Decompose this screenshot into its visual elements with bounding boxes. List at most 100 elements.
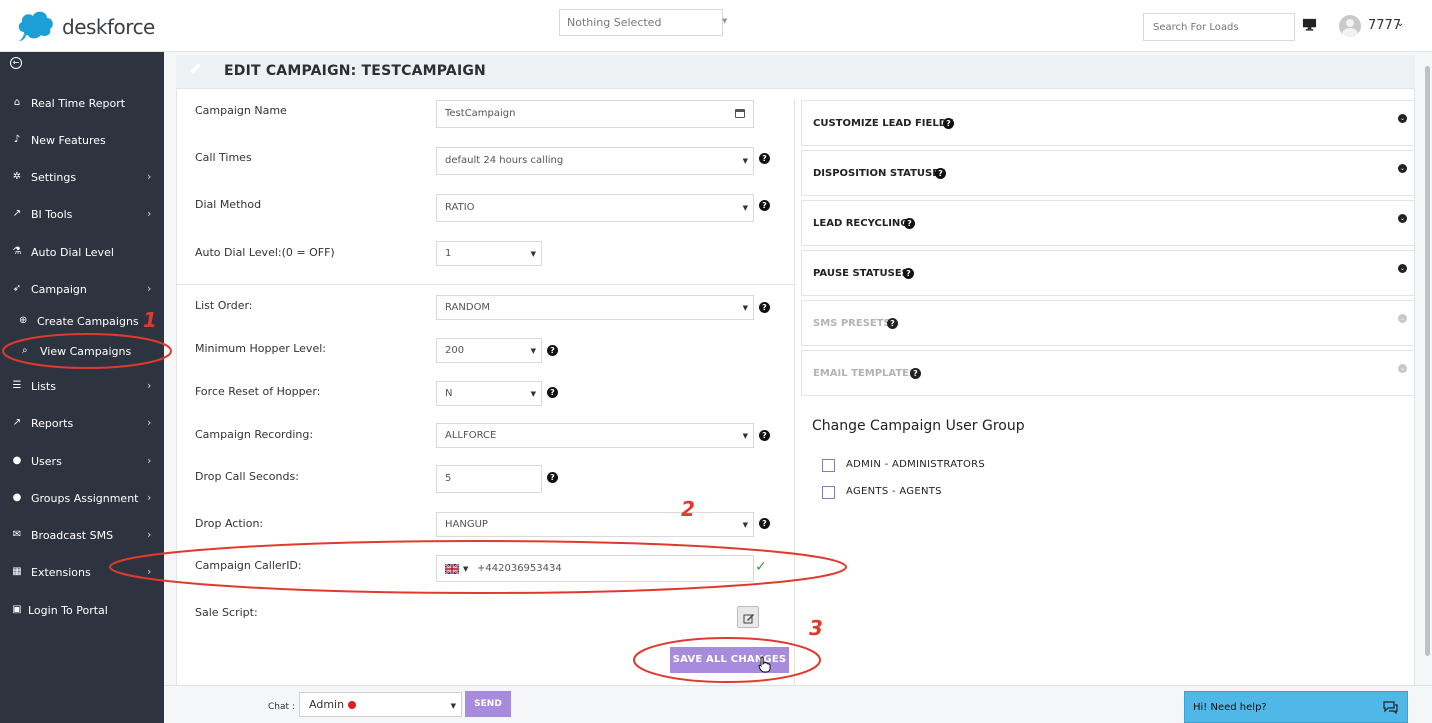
uk-flag-icon[interactable] bbox=[445, 564, 459, 574]
accordion-email-templates: EMAIL TEMPLATES ? ⌄ bbox=[801, 350, 1415, 396]
help-icon[interactable]: ? bbox=[759, 302, 770, 313]
drop-action-select[interactable]: HANGUP ▼ bbox=[436, 512, 754, 537]
help-icon[interactable]: ? bbox=[935, 168, 946, 179]
chevron-down-circle-icon: ⌄ bbox=[1398, 364, 1407, 373]
scrollbar[interactable] bbox=[1425, 66, 1430, 656]
help-icon[interactable]: ? bbox=[759, 430, 770, 441]
accordion-label: PAUSE STATUSES bbox=[813, 268, 909, 279]
annotation-number-1: 1 bbox=[143, 308, 157, 332]
chat-label: Chat : bbox=[268, 702, 295, 712]
user-icon: ● bbox=[12, 455, 22, 466]
chevron-down-circle-icon: ⌄ bbox=[1398, 314, 1407, 323]
sidebar-item-label: Broadcast SMS bbox=[31, 529, 114, 542]
search-icon: ⌕ bbox=[22, 345, 28, 356]
chevron-right-icon: › bbox=[147, 528, 152, 541]
rocket-icon: ➶ bbox=[12, 283, 22, 294]
envelope-icon: ✉ bbox=[12, 529, 22, 540]
caret-down-icon: ▼ bbox=[742, 432, 748, 440]
plus-circle-icon: ⊕ bbox=[19, 315, 28, 326]
sidebar-subitem-create-campaigns[interactable]: ⊕ Create Campaigns bbox=[0, 308, 164, 336]
min-hopper-label: Minimum Hopper Level: bbox=[195, 342, 326, 355]
caret-down-icon: ▼ bbox=[463, 565, 469, 573]
list-order-select[interactable]: RANDOM ▼ bbox=[436, 295, 754, 320]
help-icon[interactable]: ? bbox=[904, 218, 915, 229]
help-icon[interactable]: ? bbox=[903, 268, 914, 279]
sidebar-item-label: Settings bbox=[31, 171, 77, 184]
building-icon: ▦ bbox=[12, 566, 22, 577]
edit-script-button[interactable] bbox=[737, 606, 759, 628]
caret-down-icon: ▼ bbox=[722, 17, 728, 25]
help-icon[interactable]: ? bbox=[887, 318, 898, 329]
calendar-icon[interactable] bbox=[735, 109, 745, 118]
recording-select[interactable]: ALLFORCE ▼ bbox=[436, 423, 754, 448]
accordion-label: EMAIL TEMPLATES bbox=[813, 368, 917, 379]
caller-id-value: +442036953434 bbox=[477, 563, 562, 574]
sidebar-item-broadcast-sms[interactable]: ✉ Broadcast SMS › bbox=[0, 521, 164, 551]
sidebar-item-bi-tools[interactable]: ↗ BI Tools › bbox=[0, 200, 164, 230]
help-icon[interactable]: ? bbox=[759, 518, 770, 529]
help-icon[interactable]: ? bbox=[910, 368, 921, 379]
call-times-select[interactable]: default 24 hours calling ▼ bbox=[436, 147, 754, 175]
sidebar-item-login-to-portal[interactable]: ▣ Login To Portal bbox=[0, 596, 164, 626]
sidebar-item-label: Lists bbox=[31, 380, 56, 393]
sidebar-item-groups-assignment[interactable]: ● Groups Assignment › bbox=[0, 484, 164, 514]
campaign-name-input[interactable]: TestCampaign bbox=[436, 100, 754, 128]
help-icon[interactable]: ? bbox=[943, 118, 954, 129]
dial-method-select[interactable]: RATIO ▼ bbox=[436, 194, 754, 222]
accordion-customize-lead-fields[interactable]: CUSTOMIZE LEAD FIELDS ? ⌄ bbox=[801, 100, 1415, 146]
avatar[interactable] bbox=[1339, 15, 1361, 37]
section-divider bbox=[176, 284, 794, 285]
dial-method-label: Dial Method bbox=[195, 198, 262, 211]
sidebar-subitem-label: View Campaigns bbox=[40, 345, 132, 358]
min-hopper-select[interactable]: 200 ▼ bbox=[436, 338, 542, 363]
sidebar-subitem-view-campaigns[interactable]: ⌕ View Campaigns bbox=[0, 338, 164, 366]
help-icon[interactable]: ? bbox=[759, 153, 770, 164]
help-chat-widget[interactable]: Hi! Need help? bbox=[1184, 691, 1408, 723]
sidebar-item-new-features[interactable]: ♪ New Features bbox=[0, 126, 164, 156]
send-button[interactable]: SEND bbox=[465, 691, 511, 717]
monitor-icon[interactable] bbox=[1302, 17, 1317, 32]
force-reset-select[interactable]: N ▼ bbox=[436, 381, 542, 406]
drop-seconds-input[interactable]: 5 bbox=[436, 465, 542, 493]
sidebar-item-label: Campaign bbox=[31, 283, 87, 296]
sidebar-item-label: Reports bbox=[31, 417, 74, 430]
sidebar-item-auto-dial-level[interactable]: ⚗ Auto Dial Level bbox=[0, 238, 164, 268]
chevron-down-circle-icon[interactable]: ⌄ bbox=[1398, 164, 1407, 173]
accordion-pause-statuses[interactable]: PAUSE STATUSES ? ⌄ bbox=[801, 250, 1415, 296]
edit-icon bbox=[743, 614, 754, 624]
chevron-down-icon[interactable]: ⌄ bbox=[1396, 18, 1404, 29]
drop-action-value: HANGUP bbox=[445, 519, 488, 530]
help-icon[interactable]: ? bbox=[547, 345, 558, 356]
sidebar-item-users[interactable]: ● Users › bbox=[0, 447, 164, 477]
auto-dial-level-select[interactable]: 1 ▼ bbox=[436, 241, 542, 266]
help-icon[interactable]: ? bbox=[547, 472, 558, 483]
chevron-down-circle-icon[interactable]: ⌄ bbox=[1398, 264, 1407, 273]
agents-group-checkbox[interactable] bbox=[822, 486, 835, 499]
caret-down-icon: ▼ bbox=[742, 157, 748, 165]
sidebar-item-settings[interactable]: ✲ Settings › bbox=[0, 163, 164, 193]
chevron-down-circle-icon[interactable]: ⌄ bbox=[1398, 214, 1407, 223]
caret-down-icon: ▼ bbox=[742, 204, 748, 212]
call-times-value: default 24 hours calling bbox=[445, 155, 564, 166]
accordion-lead-recycling[interactable]: LEAD RECYCLING ? ⌄ bbox=[801, 200, 1415, 246]
sidebar-item-label: New Features bbox=[31, 134, 106, 147]
chevron-right-icon: › bbox=[147, 379, 152, 392]
chevron-down-circle-icon[interactable]: ⌄ bbox=[1398, 114, 1407, 123]
back-arrow-icon[interactable]: ← bbox=[10, 57, 22, 69]
help-icon[interactable]: ? bbox=[759, 200, 770, 211]
chevron-right-icon: › bbox=[147, 207, 152, 220]
sidebar-item-real-time-report[interactable]: ⌂ Real Time Report bbox=[0, 89, 164, 119]
caller-id-input[interactable]: ▼ +442036953434 bbox=[436, 555, 754, 582]
logo[interactable]: deskforce bbox=[16, 6, 166, 42]
sidebar-item-reports[interactable]: ↗ Reports › bbox=[0, 409, 164, 439]
admin-group-checkbox[interactable] bbox=[822, 459, 835, 472]
accordion-disposition-statuses[interactable]: DISPOSITION STATUSES ? ⌄ bbox=[801, 150, 1415, 196]
help-icon[interactable]: ? bbox=[547, 387, 558, 398]
sidebar-item-extensions[interactable]: ▦ Extensions › bbox=[0, 558, 164, 588]
sidebar-item-campaign[interactable]: ➶ Campaign › bbox=[0, 275, 164, 305]
sidebar-item-lists[interactable]: ☰ Lists › bbox=[0, 372, 164, 402]
search-loads-input[interactable] bbox=[1143, 13, 1295, 41]
recording-label: Campaign Recording: bbox=[195, 428, 314, 441]
campaign-select[interactable]: Nothing Selected bbox=[559, 9, 723, 36]
chat-user-select[interactable]: Admin ▼ bbox=[299, 692, 462, 717]
